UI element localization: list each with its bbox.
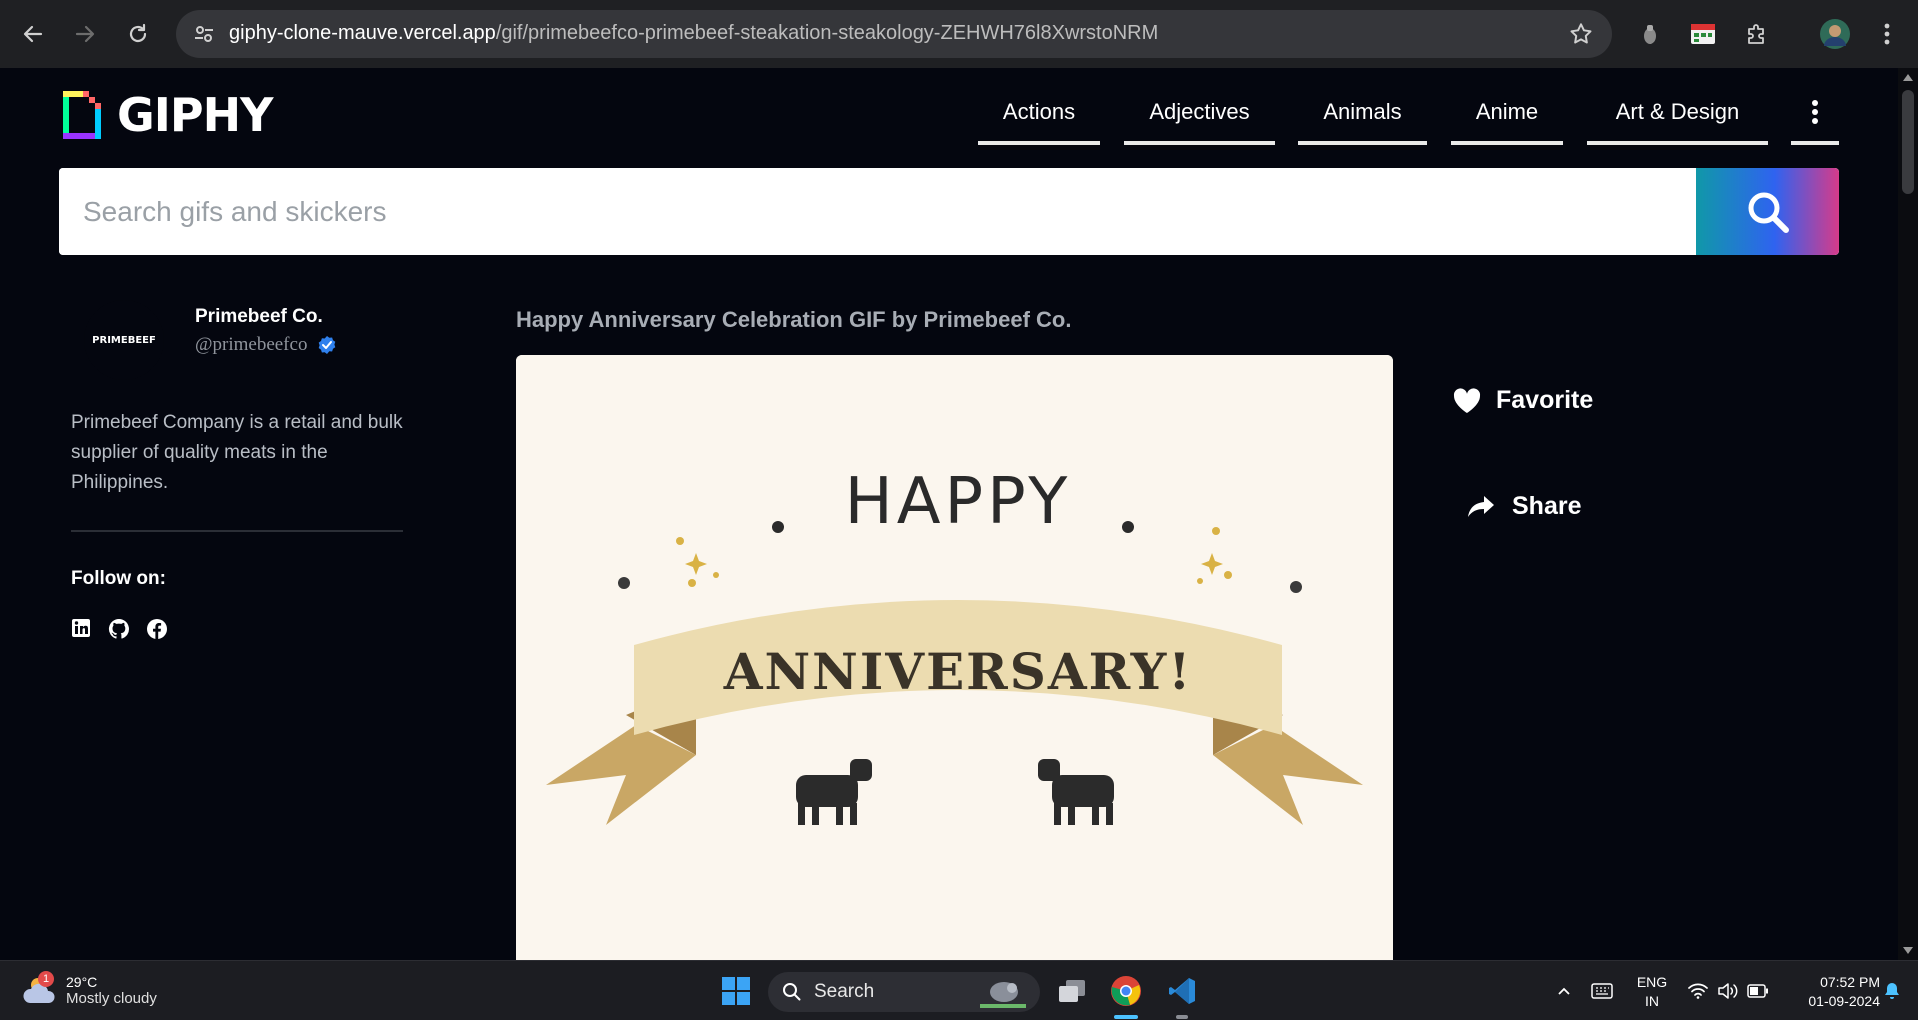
giphy-logo[interactable]: GIPHY xyxy=(63,88,273,142)
scroll-thumb[interactable] xyxy=(1902,90,1914,194)
battery-icon[interactable] xyxy=(1740,973,1776,1009)
verified-badge-icon xyxy=(319,336,336,354)
language-indicator[interactable]: ENG IN xyxy=(1632,973,1672,1011)
channel-handle-row: @primebeefco xyxy=(195,334,337,356)
category-art-design[interactable]: Art & Design xyxy=(1587,95,1768,145)
facebook-icon[interactable] xyxy=(146,618,168,640)
url-text: giphy-clone-mauve.vercel.app/gif/primebe… xyxy=(229,22,1158,45)
linkedin-icon[interactable] xyxy=(71,618,93,640)
cloud-icon: 1 xyxy=(22,971,60,1009)
chrome-taskbar-icon[interactable] xyxy=(1108,973,1144,1009)
taskbar-search-label: Search xyxy=(814,981,875,1002)
extension-pin-icon[interactable] xyxy=(1636,16,1664,52)
back-icon[interactable] xyxy=(16,17,50,51)
giphy-logo-icon xyxy=(63,91,101,139)
scroll-down-icon[interactable] xyxy=(1903,947,1913,954)
search-bar xyxy=(59,168,1839,255)
clock-time: 07:52 PM xyxy=(1820,974,1880,990)
extension-calendar-icon[interactable] xyxy=(1686,16,1720,52)
search-icon xyxy=(1748,192,1789,233)
gif-text-anniversary: ANNIVERSARY! xyxy=(723,642,1193,701)
weather-desc: Mostly cloudy xyxy=(66,989,157,1007)
share-button[interactable]: Share xyxy=(1466,492,1581,521)
favorite-label: Favorite xyxy=(1496,386,1594,414)
gif-image[interactable]: HAPPY ANNIVERSARY! xyxy=(516,355,1393,960)
weather-temp: 29°C xyxy=(66,973,98,990)
windows-start-icon[interactable] xyxy=(718,973,754,1009)
browser-menu-icon[interactable] xyxy=(1872,16,1902,52)
lang-line1: ENG xyxy=(1636,974,1668,990)
channel-handle[interactable]: @primebeefco xyxy=(195,334,307,356)
tray-chevron-up-icon[interactable] xyxy=(1546,973,1582,1009)
clock-date: 01-09-2024 xyxy=(1808,993,1880,1009)
url-host: giphy-clone-mauve.vercel.app xyxy=(229,22,496,44)
category-label: Art & Design xyxy=(1615,99,1740,124)
keyboard-icon[interactable] xyxy=(1584,973,1620,1009)
category-animals[interactable]: Animals xyxy=(1298,95,1427,145)
profile-avatar[interactable] xyxy=(1818,16,1852,52)
category-label: Animals xyxy=(1323,99,1402,124)
category-adjectives[interactable]: Adjectives xyxy=(1124,95,1275,145)
bookmark-star-icon[interactable] xyxy=(1568,21,1594,47)
site-info-icon[interactable] xyxy=(192,22,216,46)
category-label: Adjectives xyxy=(1149,99,1250,124)
lang-line2: IN xyxy=(1645,993,1659,1009)
category-actions[interactable]: Actions xyxy=(978,95,1100,145)
anniversary-gif-artwork: HAPPY ANNIVERSARY! xyxy=(516,355,1393,960)
more-vertical-icon xyxy=(1812,100,1818,124)
weather-alert-badge: 1 xyxy=(38,971,54,987)
vscode-taskbar-icon[interactable] xyxy=(1164,973,1200,1009)
scroll-up-icon[interactable] xyxy=(1903,74,1913,81)
favorite-button[interactable]: Favorite xyxy=(1452,386,1593,415)
share-label: Share xyxy=(1512,492,1582,520)
more-categories-button[interactable] xyxy=(1791,95,1839,145)
avatar-text: PRIMEBEEF xyxy=(92,334,156,346)
clock[interactable]: 07:52 PM 01-09-2024 xyxy=(1784,973,1880,1011)
taskbar-search[interactable]: Search xyxy=(768,972,1040,1012)
address-bar[interactable]: giphy-clone-mauve.vercel.app/gif/primebe… xyxy=(176,10,1612,58)
taskbar-search-icon xyxy=(783,983,801,1001)
url-path: /gif/primebeefco-primebeef-steakation-st… xyxy=(495,22,1159,44)
extensions-puzzle-icon[interactable] xyxy=(1740,16,1774,52)
chrome-active-indicator xyxy=(1114,1015,1138,1019)
reload-icon[interactable] xyxy=(121,17,155,51)
category-label: Actions xyxy=(1002,99,1076,124)
share-arrow-icon xyxy=(1468,495,1494,517)
page-scrollbar[interactable] xyxy=(1898,68,1918,960)
category-anime[interactable]: Anime xyxy=(1451,95,1563,145)
vscode-open-indicator xyxy=(1176,1015,1188,1019)
search-highlight-icon xyxy=(980,982,1026,1008)
heart-icon xyxy=(1453,387,1481,413)
sidebar-divider xyxy=(71,530,403,532)
channel-avatar[interactable]: PRIMEBEEF xyxy=(84,300,164,380)
weather-widget[interactable]: 1 29°C Mostly cloudy xyxy=(22,971,157,1009)
channel-name[interactable]: Primebeef Co. xyxy=(195,306,323,328)
forward-icon[interactable] xyxy=(68,17,102,51)
category-label: Anime xyxy=(1475,99,1539,124)
notification-bell-icon[interactable] xyxy=(1874,973,1910,1009)
follow-label: Follow on: xyxy=(71,568,166,589)
giphy-logo-text: GIPHY xyxy=(117,88,273,142)
browser-toolbar: giphy-clone-mauve.vercel.app/gif/primebe… xyxy=(0,0,1918,68)
search-input[interactable] xyxy=(59,168,1695,255)
github-icon[interactable] xyxy=(108,618,130,640)
channel-bio: Primebeef Company is a retail and bulk s… xyxy=(71,412,403,493)
windows-taskbar: 1 29°C Mostly cloudy Search ENG IN 07:52… xyxy=(0,960,1918,1020)
search-button[interactable] xyxy=(1696,168,1839,255)
task-view-icon[interactable] xyxy=(1054,973,1090,1009)
gif-text-happy: HAPPY xyxy=(845,465,1072,539)
gif-title: Happy Anniversary Celebration GIF by Pri… xyxy=(516,307,1072,332)
